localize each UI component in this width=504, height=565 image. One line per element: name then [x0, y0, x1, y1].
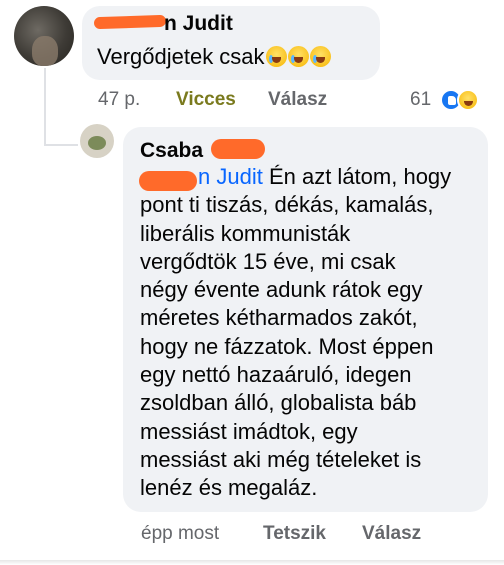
reaction-button[interactable]: Vicces: [176, 89, 236, 111]
comment-line: egy nettó hazaáruló, idegen: [140, 362, 412, 388]
crying-laughing-emoji-icon: [309, 46, 331, 67]
comment-text-content: Vergődjetek csak: [97, 44, 265, 69]
comment-text: n Judit Én azt látom, hogy pont ti tiszá…: [140, 163, 451, 503]
comment-bubble: n Judit Vergődjetek csak: [82, 6, 380, 80]
comment-line: hogy ne fázzatok. Most éppen: [140, 333, 434, 359]
comment-line: lenéz és megaláz.: [140, 475, 318, 501]
reply-bubble: Csaba n Judit Én azt látom, hogy pont ti…: [123, 127, 488, 512]
comment-line-text: Én azt látom, hogy: [268, 164, 452, 189]
comment-line: méretes kétharmados zakót,: [140, 305, 418, 331]
divider: [0, 560, 504, 565]
like-button[interactable]: Tetszik: [263, 523, 326, 545]
comment-line: zsoldban álló, globalista báb: [140, 390, 417, 416]
avatar[interactable]: [14, 6, 74, 66]
reaction-icons[interactable]: [440, 89, 492, 111]
avatar[interactable]: [80, 124, 114, 158]
reply-button[interactable]: Válasz: [268, 89, 327, 111]
thread-line: [44, 68, 46, 146]
comment-author[interactable]: Csaba: [140, 139, 203, 163]
comment-line: vergődtök 15 éve, mi csak: [140, 248, 396, 274]
haha-icon: [457, 89, 479, 111]
thread-branch: [44, 144, 78, 146]
comment-time[interactable]: 47 p.: [98, 89, 140, 111]
comment-time[interactable]: épp most: [141, 523, 219, 545]
comment-line: messiást aki még tételeket is: [140, 446, 422, 472]
crying-laughing-emoji-icon: [265, 46, 287, 67]
mention-link[interactable]: n Judit: [198, 164, 263, 189]
comment-line: négy évente adunk rátok egy: [140, 277, 423, 303]
comment-line: n Judit Én azt látom, hogy: [140, 163, 451, 191]
comment-line: pont ti tiszás, dékás, kamalás,: [140, 192, 434, 218]
reply-button[interactable]: Válasz: [362, 523, 421, 545]
comment-text: Vergődjetek csak: [97, 43, 331, 71]
comment-author[interactable]: n Judit: [164, 12, 233, 36]
crying-laughing-emoji-icon: [287, 46, 309, 67]
comment-line: messiást imádtok, egy: [140, 418, 358, 444]
redaction-mark: [211, 139, 265, 159]
comment-line: liberális kommunisták: [140, 220, 351, 246]
redaction-mark: [93, 14, 167, 30]
reaction-count[interactable]: 61: [410, 89, 431, 111]
